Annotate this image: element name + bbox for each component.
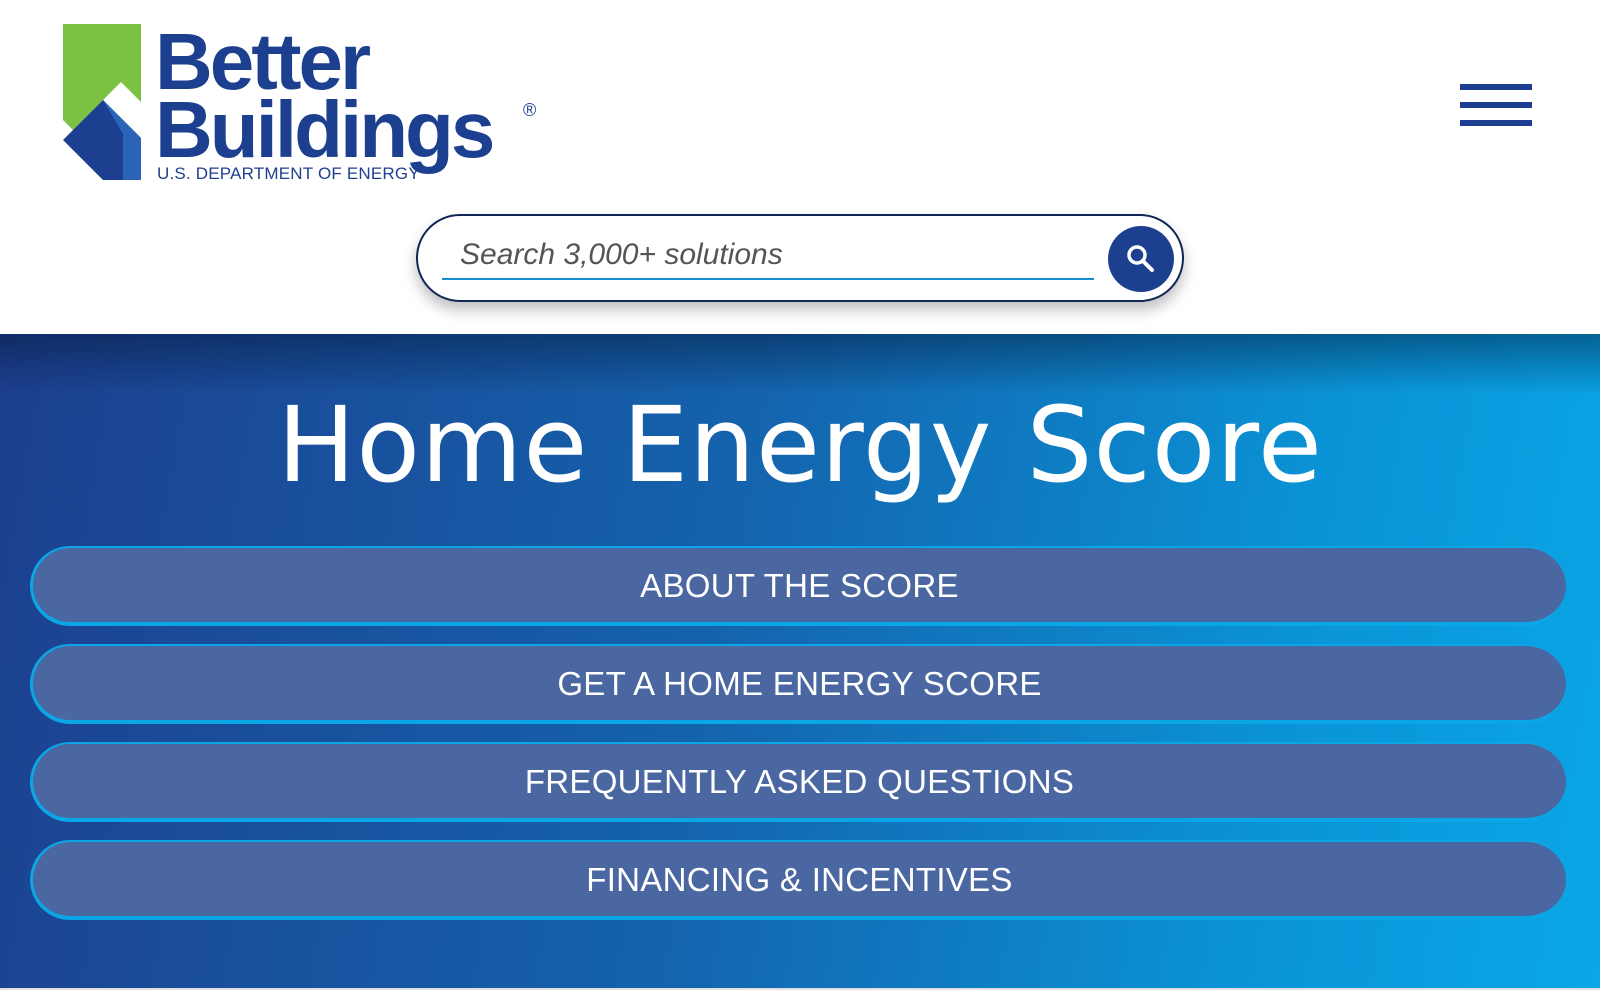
search-input[interactable] [442, 232, 1094, 280]
section-nav: ABOUT THE SCORE GET A HOME ENERGY SCORE … [30, 546, 1566, 938]
nav-get-a-home-energy-score[interactable]: GET A HOME ENERGY SCORE [30, 644, 1566, 724]
page-bottom-divider [0, 988, 1600, 1000]
hamburger-menu-icon[interactable] [1456, 80, 1532, 136]
better-buildings-logo[interactable]: Better Buildings ® U.S. DEPARTMENT OF EN… [63, 22, 563, 192]
logo-department: U.S. DEPARTMENT OF ENERGY [157, 164, 420, 183]
site-header: Better Buildings ® U.S. DEPARTMENT OF EN… [0, 0, 1600, 334]
menu-bar [1460, 102, 1532, 108]
logo-arrow-icon [63, 24, 141, 180]
search-bar [416, 214, 1184, 302]
nav-about-the-score[interactable]: ABOUT THE SCORE [30, 546, 1566, 626]
hero-section: Home Energy Score ABOUT THE SCORE GET A … [0, 334, 1600, 988]
menu-bar [1460, 120, 1532, 126]
search-button[interactable] [1108, 226, 1174, 292]
registered-mark: ® [523, 100, 537, 120]
nav-frequently-asked-questions[interactable]: FREQUENTLY ASKED QUESTIONS [30, 742, 1566, 822]
search-icon [1127, 245, 1154, 272]
menu-bar [1460, 84, 1532, 90]
nav-financing-and-incentives[interactable]: FINANCING & INCENTIVES [30, 840, 1566, 920]
page-title: Home Energy Score [277, 384, 1323, 506]
logo-word-buildings: Buildings [155, 85, 495, 174]
